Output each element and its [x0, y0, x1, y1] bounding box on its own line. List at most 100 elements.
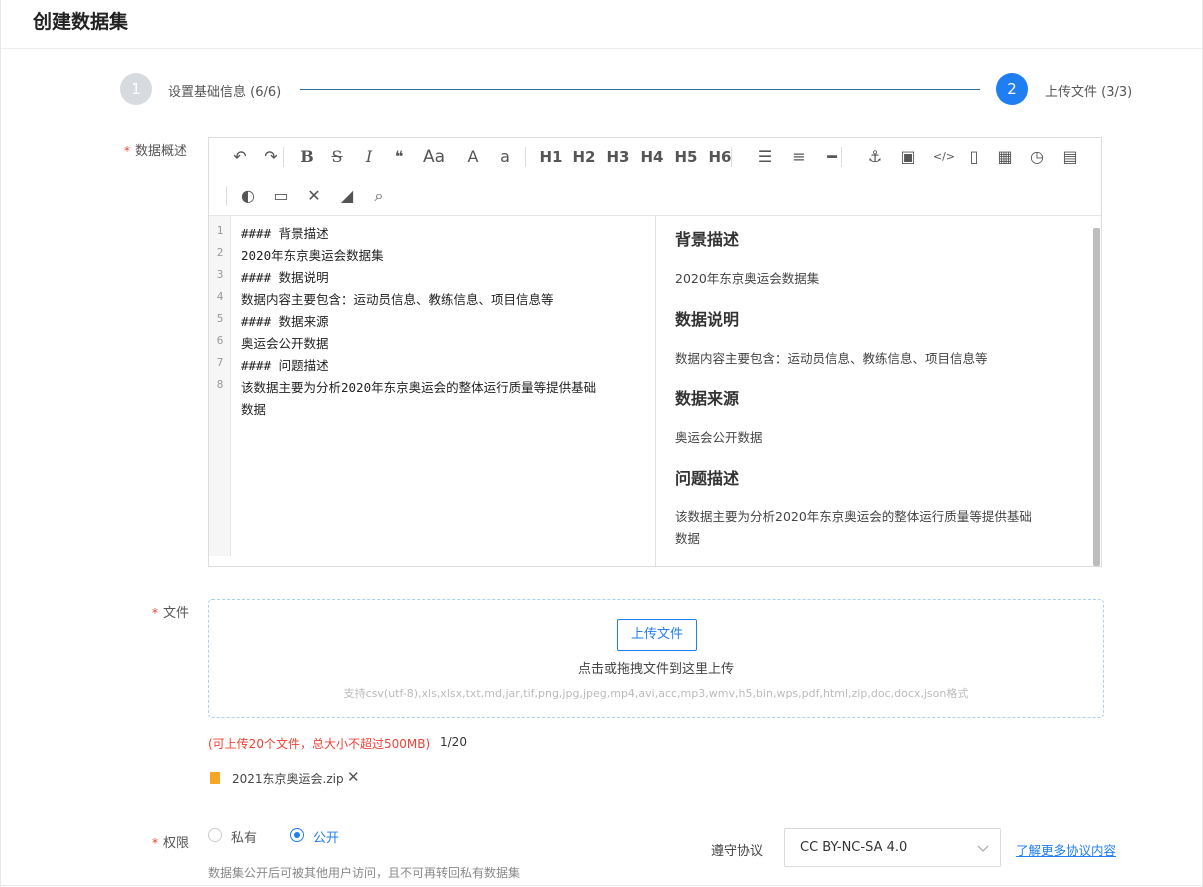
upload-limit-warning: (可上传20个文件，总大小不超过500MB)	[208, 737, 431, 751]
preview-heading: 数据来源	[675, 389, 740, 408]
preview-heading: 数据说明	[675, 310, 740, 329]
chevron-down-icon	[977, 845, 989, 852]
strikethrough-icon-glyph: S	[331, 147, 343, 166]
undo-icon-glyph: ↶	[233, 147, 247, 166]
step-1-label[interactable]: 设置基础信息 (6/6)	[168, 81, 281, 100]
line-number: 8	[216, 378, 224, 391]
eraser-icon[interactable]: ◢	[337, 185, 357, 207]
unordered-list-icon[interactable]: ☰	[755, 146, 775, 168]
step-connector	[300, 89, 980, 90]
page-title: 创建数据集	[33, 11, 129, 33]
toolbar-separator	[841, 147, 842, 167]
permission-note: 数据集公开后可被其他用户访问，且不可再转回私有数据集	[208, 866, 521, 880]
lowercase-icon-glyph: a	[500, 147, 510, 166]
preview-paragraph: 数据内容主要包含：运动员信息、教练信息、项目信息等	[675, 351, 988, 366]
quote-icon[interactable]: ❝	[389, 146, 409, 168]
h4-icon[interactable]: H4	[639, 146, 665, 168]
h6-icon[interactable]: H6	[707, 146, 733, 168]
code-line: 奥运会公开数据	[241, 336, 329, 351]
clock-icon[interactable]: ◷	[1027, 146, 1047, 168]
horizontal-rule-icon[interactable]: ━	[822, 146, 842, 168]
remove-file-icon[interactable]: ✕	[347, 768, 360, 786]
preview-paragraph: 2020年东京奥运会数据集	[675, 271, 820, 286]
h5-icon-glyph: H5	[674, 148, 698, 166]
permission-label-text: 权限	[163, 836, 190, 851]
html-entities-icon[interactable]: ▤	[1060, 146, 1080, 168]
preview-paragraph: 该数据主要为分析2020年东京奥运会的整体运行质量等提供基础	[675, 509, 1032, 524]
upload-dropzone[interactable]: 上传文件 点击或拖拽文件到这里上传 支持csv(utf-8),xls,xlsx,…	[208, 599, 1104, 718]
required-mark: *	[152, 836, 158, 850]
markdown-editor[interactable]: ↶ ↷ B S I ❝ Aa Aa H1 H2 H3 H4 H5 H6 ☰ ≡ ━ ⚓ ▣ </> ▯ ▦ ◷ ▤ ◐ ▭ ✕ ◢ ⌕ …	[208, 137, 1102, 567]
line-number: 3	[216, 268, 224, 281]
step-2-circle[interactable]: 2	[996, 73, 1028, 105]
preview-paragraph-continued: 数据	[675, 531, 701, 546]
upload-file-button[interactable]: 上传文件	[617, 619, 697, 651]
font-size-icon[interactable]: Aa	[421, 146, 447, 168]
strikethrough-icon[interactable]: S	[327, 146, 347, 168]
public-radio-label[interactable]: 公开	[313, 827, 339, 846]
h6-icon-glyph: H6	[708, 148, 732, 166]
bottom-divider	[1, 885, 1202, 886]
line-number: 4	[216, 290, 224, 303]
private-radio[interactable]	[208, 828, 222, 842]
h1-icon[interactable]: H1	[538, 146, 564, 168]
table-icon[interactable]: ▦	[995, 146, 1015, 168]
preview-paragraph: 奥运会公开数据	[675, 430, 763, 445]
preview-scrollbar[interactable]	[1093, 228, 1100, 566]
h3-icon[interactable]: H3	[605, 146, 631, 168]
bold-icon-glyph: B	[300, 147, 314, 166]
redo-icon-glyph: ↷	[264, 147, 278, 166]
uppercase-icon-glyph: A	[467, 147, 479, 166]
italic-icon[interactable]: I	[359, 146, 379, 168]
step-2-label[interactable]: 上传文件 (3/3)	[1045, 81, 1132, 100]
step-1-circle[interactable]: 1	[120, 73, 152, 105]
code-line: 数据内容主要包含：运动员信息、教练信息、项目信息等	[241, 292, 554, 307]
html-entities-icon-glyph: ▤	[1062, 147, 1078, 166]
fullscreen-preview-icon[interactable]: ▭	[271, 185, 291, 207]
lowercase-icon[interactable]: a	[495, 146, 515, 168]
code-file-icon-glyph: ▯	[969, 147, 979, 166]
file-label-text: 文件	[163, 606, 190, 621]
private-radio-label[interactable]: 私有	[231, 827, 257, 846]
bold-icon[interactable]: B	[297, 146, 317, 168]
upload-hint: 点击或拖拽文件到这里上传	[577, 662, 734, 677]
search-icon-glyph: ⌕	[374, 186, 384, 205]
search-icon[interactable]: ⌕	[369, 185, 389, 207]
code-file-icon[interactable]: ▯	[964, 146, 984, 168]
clock-icon-glyph: ◷	[1030, 147, 1044, 166]
h2-icon[interactable]: H2	[571, 146, 597, 168]
markdown-source[interactable]: #### 背景描述 2020年东京奥运会数据集 #### 数据说明 数据内容主要包含：…	[241, 216, 651, 566]
anchor-icon[interactable]: ⚓	[865, 146, 885, 168]
image-icon-glyph: ▣	[900, 147, 916, 166]
required-mark: *	[124, 144, 130, 158]
toolbar-separator	[226, 186, 227, 206]
line-number: 5	[216, 312, 224, 325]
uploaded-file-name: 2021东京奥运会.zip	[232, 772, 344, 786]
redo-icon[interactable]: ↷	[261, 146, 281, 168]
h2-icon-glyph: H2	[572, 148, 596, 166]
toggle-preview-icon[interactable]: ◐	[238, 185, 258, 207]
fullscreen-preview-icon-glyph: ▭	[273, 186, 289, 205]
image-icon[interactable]: ▣	[898, 146, 918, 168]
toolbar-separator	[525, 147, 526, 167]
public-radio[interactable]	[290, 828, 304, 842]
h5-icon[interactable]: H5	[673, 146, 699, 168]
ordered-list-icon[interactable]: ≡	[789, 146, 809, 168]
permission-field-label: * 权限	[152, 832, 189, 851]
code-line: #### 问题描述	[241, 358, 329, 373]
toggle-preview-icon-glyph: ◐	[241, 186, 255, 205]
fullscreen-icon-glyph: ✕	[307, 186, 321, 205]
license-more-link[interactable]: 了解更多协议内容	[1016, 840, 1116, 859]
code-line: #### 数据来源	[241, 314, 329, 329]
license-select[interactable]: CC BY-NC-SA 4.0	[784, 828, 1001, 867]
h1-icon-glyph: H1	[539, 148, 563, 166]
uppercase-icon[interactable]: A	[463, 146, 483, 168]
unordered-list-icon-glyph: ☰	[757, 147, 773, 166]
h4-icon-glyph: H4	[640, 148, 664, 166]
code-icon[interactable]: </>	[931, 146, 957, 168]
font-size-icon-glyph: Aa	[422, 147, 446, 167]
upload-count: 1/20	[440, 735, 467, 749]
zip-file-icon	[210, 772, 220, 784]
undo-icon[interactable]: ↶	[230, 146, 250, 168]
fullscreen-icon[interactable]: ✕	[304, 185, 324, 207]
